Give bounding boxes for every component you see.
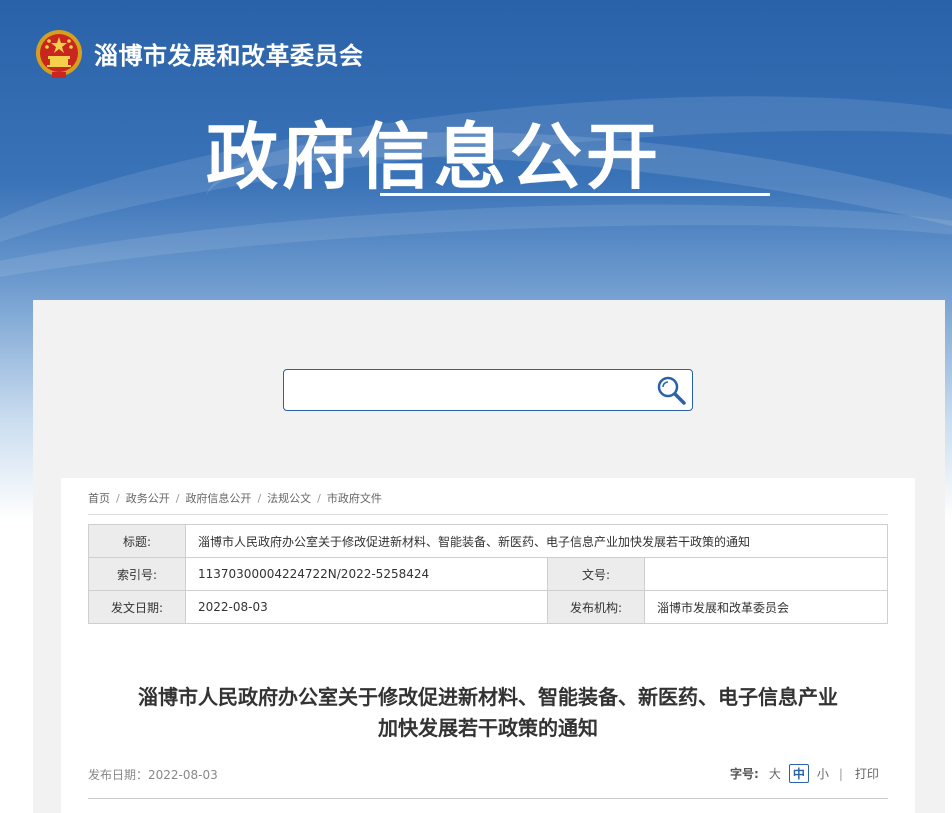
meta-date-label: 发文日期: [88, 590, 186, 624]
breadcrumb-city-docs[interactable]: 市政府文件 [327, 492, 382, 505]
document-meta-table: 标题: 淄博市人民政府办公室关于修改促进新材料、智能装备、新医药、电子信息产业加… [88, 524, 888, 624]
breadcrumb-divider [88, 514, 888, 515]
national-emblem-icon [34, 28, 84, 80]
site-title: 政府信息公开 [206, 115, 663, 199]
title-divider [88, 798, 888, 799]
article-title-line2: 加快发展若干政策的通知 [378, 716, 598, 740]
font-size-control: 字号: 大 中 小 | 打印 [730, 764, 879, 783]
meta-date-value: 2022-08-03 [185, 590, 548, 624]
org-name[interactable]: 淄博市发展和改革委员会 [94, 36, 364, 71]
breadcrumb-separator: / [317, 492, 321, 505]
meta-title-value: 淄博市人民政府办公室关于修改促进新材料、智能装备、新医药、电子信息产业加快发展若… [185, 524, 888, 558]
breadcrumb-separator: / [175, 492, 180, 505]
breadcrumb-gov-affairs[interactable]: 政务公开 [126, 492, 170, 505]
publish-date: 发布日期：2022-08-03 [88, 768, 218, 782]
font-size-medium-button[interactable]: 中 [788, 764, 809, 783]
title-underline [380, 193, 770, 196]
font-size-divider: | [838, 766, 843, 781]
font-size-small-button[interactable]: 小 [817, 765, 829, 782]
article-title: 淄博市人民政府办公室关于修改促进新材料、智能装备、新医药、电子信息产业 加快发展… [61, 682, 915, 744]
meta-issuer-value: 淄博市发展和改革委员会 [644, 590, 888, 624]
meta-title-label: 标题: [88, 524, 186, 558]
breadcrumb-separator: / [257, 492, 262, 505]
meta-docno-label: 文号: [547, 557, 645, 591]
font-size-large-button[interactable]: 大 [769, 765, 781, 782]
breadcrumb: 首页 / 政务公开 / 政府信息公开 / 法规公文 / 市政府文件 [88, 490, 382, 506]
meta-issuer-label: 发布机构: [547, 590, 645, 624]
meta-index-value: 11370300004224722N/2022-5258424 [185, 557, 548, 591]
breadcrumb-info-disclosure[interactable]: 政府信息公开 [185, 492, 251, 505]
print-button[interactable]: 打印 [855, 765, 879, 782]
search-input[interactable] [283, 369, 693, 411]
breadcrumb-home[interactable]: 首页 [88, 492, 110, 505]
article-title-line1: 淄博市人民政府办公室关于修改促进新材料、智能装备、新医药、电子信息产业 [138, 685, 838, 709]
search-icon[interactable] [654, 373, 688, 407]
breadcrumb-separator: / [116, 492, 120, 505]
font-size-label: 字号: [730, 767, 759, 781]
breadcrumb-regulations[interactable]: 法规公文 [267, 492, 311, 505]
meta-index-label: 索引号: [88, 557, 186, 591]
meta-docno-value [644, 557, 888, 591]
